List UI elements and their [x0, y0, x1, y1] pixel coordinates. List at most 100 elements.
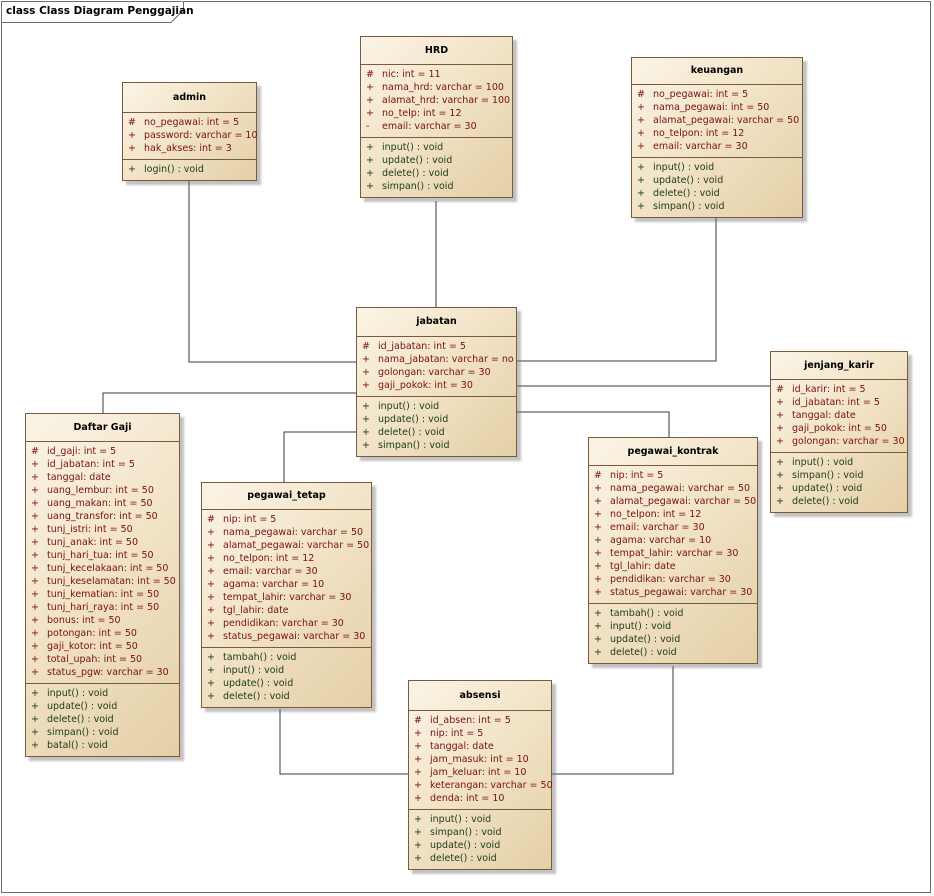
- attribute-text: id_jabatan: int = 5: [378, 341, 466, 352]
- attribute-row: + tunj_anak: int = 50: [26, 536, 179, 549]
- visibility-marker: +: [594, 535, 602, 546]
- attribute-row: # id_gaji: int = 5: [26, 445, 179, 458]
- attribute-text: tunj_keselamatan: int = 50: [47, 576, 176, 587]
- attribute-text: tunj_kematian: int = 50: [47, 589, 160, 600]
- attribute-text: keterangan: varchar = 50: [430, 780, 553, 791]
- visibility-marker: +: [594, 496, 602, 507]
- attribute-text: password: varchar = 10: [144, 130, 258, 141]
- visibility-marker: +: [366, 181, 374, 192]
- attribute-row: + hak_akses: int = 3: [123, 142, 256, 155]
- attribute-text: status_pegawai: varchar = 30: [223, 631, 366, 642]
- attribute-row: + no_telp: int = 12: [361, 107, 512, 120]
- operation-row: + tambah() : void: [589, 607, 757, 620]
- class-absensi[interactable]: absensi # id_absen: int = 5 + nip: int = 5 +…: [408, 680, 553, 870]
- attribute-text: no_pegawai: int = 5: [653, 89, 749, 100]
- operation-row: + input() : void: [361, 141, 512, 154]
- attribute-text: nama_hrd: varchar = 100: [382, 82, 504, 93]
- visibility-marker: +: [776, 436, 784, 447]
- attribute-row: + uang_lembur: int = 50: [26, 484, 179, 497]
- visibility-marker: +: [776, 410, 784, 421]
- operation-text: input() : void: [792, 457, 854, 468]
- operation-text: delete() : void: [223, 691, 290, 702]
- attribute-row: + uang_transfor: int = 50: [26, 510, 179, 523]
- class-pegawai-kontrak[interactable]: pegawai_kontrak # nip: int = 5 + nama_pegaw…: [588, 437, 758, 664]
- operation-row: + update() : void: [632, 174, 802, 187]
- attribute-row: + tgl_lahir: date: [202, 604, 371, 617]
- operation-row: + input() : void: [771, 456, 907, 469]
- attribute-row: + tunj_keselamatan: int = 50: [26, 575, 179, 588]
- class-daftar-gaji[interactable]: Daftar Gaji # id_gaji: int = 5 + id_jabatan…: [25, 413, 180, 757]
- visibility-marker: +: [31, 740, 39, 751]
- visibility-marker: +: [31, 563, 39, 574]
- attribute-list: # id_jabatan: int = 5 + nama_jabatan: varch…: [357, 337, 516, 397]
- attribute-row: + nama_pegawai: varchar = 50: [202, 526, 371, 539]
- attribute-text: gaji_kotor: int = 50: [47, 641, 138, 652]
- visibility-marker: +: [128, 164, 136, 175]
- attribute-text: agama: varchar = 10: [610, 535, 712, 546]
- visibility-marker: +: [594, 647, 602, 658]
- attribute-row: # id_karir: int = 5: [771, 383, 907, 396]
- attribute-row: + alamat_pegawai: varchar = 50: [202, 539, 371, 552]
- operation-row: + input() : void: [202, 664, 371, 677]
- attribute-row: - email: varchar = 30: [361, 120, 512, 133]
- attribute-text: golongan: varchar = 30: [792, 436, 905, 447]
- visibility-marker: +: [207, 652, 215, 663]
- visibility-marker: +: [594, 608, 602, 619]
- class-hrd[interactable]: HRD # nic: int = 11 + nama_hrd: varchar = 1…: [360, 36, 513, 198]
- attribute-text: nip: int = 5: [610, 470, 664, 481]
- operation-text: input() : void: [610, 621, 672, 632]
- visibility-marker: +: [31, 654, 39, 665]
- visibility-marker: +: [414, 853, 422, 864]
- visibility-marker: +: [207, 592, 215, 603]
- visibility-marker: +: [637, 141, 645, 152]
- operation-row: + simpan() : void: [357, 439, 516, 452]
- attribute-text: tunj_istri: int = 50: [47, 524, 133, 535]
- class-name: admin: [123, 83, 256, 113]
- operation-text: update() : void: [223, 678, 294, 689]
- visibility-marker: +: [594, 587, 602, 598]
- operation-list: + input() : void + update() : void + delete()…: [357, 397, 516, 456]
- attribute-row: + id_jabatan: int = 5: [771, 396, 907, 409]
- class-pegawai-tetap[interactable]: pegawai_tetap # nip: int = 5 + nama_pegawai…: [201, 482, 372, 708]
- operation-row: + delete() : void: [632, 187, 802, 200]
- edge-pegawai-kontrak-absensi: [552, 666, 674, 775]
- operation-text: delete() : void: [378, 427, 445, 438]
- attribute-list: # id_absen: int = 5 + nip: int = 5 + tanggal:…: [409, 711, 553, 810]
- visibility-marker: +: [31, 602, 39, 613]
- operation-row: + input() : void: [589, 620, 757, 633]
- attribute-text: id_jabatan: int = 5: [792, 397, 880, 408]
- visibility-marker: +: [366, 82, 374, 93]
- operation-text: input() : void: [430, 814, 492, 825]
- operation-row: + input() : void: [357, 400, 516, 413]
- attribute-text: id_jabatan: int = 5: [47, 459, 135, 470]
- attribute-text: email: varchar = 30: [610, 522, 705, 533]
- operation-text: simpan() : void: [430, 827, 502, 838]
- class-jenjang-karir[interactable]: jenjang_karir # id_karir: int = 5 + id_jaba…: [770, 351, 908, 513]
- operation-row: + simpan() : void: [771, 469, 907, 482]
- operation-row: + update() : void: [26, 700, 179, 713]
- visibility-marker: +: [366, 155, 374, 166]
- visibility-marker: +: [31, 576, 39, 587]
- visibility-marker: +: [128, 143, 136, 154]
- class-admin[interactable]: admin # no_pegawai: int = 5 + password: var…: [122, 82, 258, 181]
- visibility-marker: +: [207, 631, 215, 642]
- operation-row: + update() : void: [771, 482, 907, 495]
- class-jabatan[interactable]: jabatan # id_jabatan: int = 5 + nama_jabata…: [356, 307, 517, 457]
- attribute-text: gaji_pokok: int = 50: [792, 423, 887, 434]
- attribute-row: + tempat_lahir: varchar = 30: [202, 591, 371, 604]
- attribute-row: + alamat_hrd: varchar = 100: [361, 94, 512, 107]
- attribute-list: # no_pegawai: int = 5 + nama_pegawai: int =…: [632, 85, 802, 158]
- operation-text: delete() : void: [47, 714, 114, 725]
- class-name: jenjang_karir: [771, 352, 907, 380]
- visibility-marker: +: [414, 793, 422, 804]
- visibility-marker: #: [207, 514, 215, 525]
- operation-text: update() : void: [653, 175, 724, 186]
- attribute-row: + jam_keluar: int = 10: [409, 766, 551, 779]
- operation-text: update() : void: [792, 483, 863, 494]
- class-keuangan[interactable]: keuangan # no_pegawai: int = 5 + nama_pegaw…: [631, 57, 803, 218]
- attribute-text: tgl_lahir: date: [610, 561, 676, 572]
- visibility-marker: +: [366, 108, 374, 119]
- attribute-row: + status_pegawai: varchar = 30: [202, 630, 371, 643]
- attribute-text: alamat_hrd: varchar = 100: [382, 95, 511, 106]
- attribute-text: email: varchar = 30: [223, 566, 318, 577]
